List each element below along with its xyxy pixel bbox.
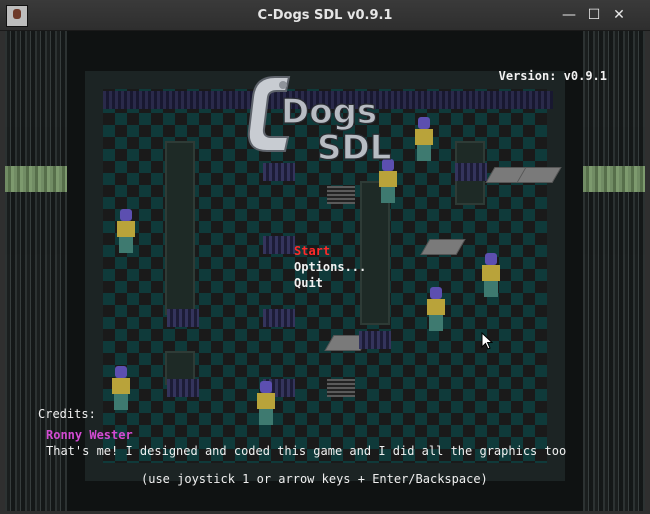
soldier-sprite xyxy=(480,253,502,297)
logo-rivet xyxy=(279,81,287,89)
mouse-cursor-icon xyxy=(481,332,493,350)
maximize-button[interactable]: ☐ xyxy=(585,6,603,24)
floor-vent xyxy=(327,379,355,397)
menu-item-start[interactable]: Start xyxy=(294,243,366,259)
window-title: C-Dogs SDL v0.9.1 xyxy=(257,7,393,23)
wall-block xyxy=(167,309,199,327)
controls-hint: (use joystick 1 or arrow keys + Enter/Ba… xyxy=(141,472,488,486)
logo-sdl-text: SDL xyxy=(317,128,391,168)
wall-block xyxy=(359,331,391,349)
wall-block xyxy=(167,379,199,397)
credits-text: That's me! I designed and coded this gam… xyxy=(46,444,567,458)
soldier-sprite xyxy=(425,287,447,331)
credits-heading: Credits: xyxy=(38,407,96,421)
close-button[interactable]: ✕ xyxy=(610,6,628,24)
wall-block xyxy=(455,163,487,181)
soldier-sprite xyxy=(115,209,137,253)
menu-item-quit[interactable]: Quit xyxy=(294,275,366,291)
pillar xyxy=(165,141,195,315)
menu-item-options[interactable]: Options... xyxy=(294,259,366,275)
right-wall xyxy=(583,31,645,511)
game-viewport[interactable]: Dogs SDL Version: v0.9.1 Start Options..… xyxy=(5,31,645,511)
floor-vent xyxy=(327,186,355,204)
app-window: C-Dogs SDL v0.9.1 — ☐ ✕ Dogs SDL Version… xyxy=(0,0,650,514)
main-menu: Start Options... Quit xyxy=(294,243,366,291)
soldier-sprite xyxy=(255,381,277,425)
wall-block xyxy=(263,236,295,254)
title-bar[interactable]: C-Dogs SDL v0.9.1 — ☐ ✕ xyxy=(0,0,650,31)
version-label: Version: v0.9.1 xyxy=(498,69,607,83)
logo-dogs-text: Dogs xyxy=(281,92,377,132)
app-icon xyxy=(6,5,28,27)
soldier-sprite xyxy=(413,117,435,161)
minimize-button[interactable]: — xyxy=(560,6,578,24)
credits-name: Ronny Wester xyxy=(46,428,133,442)
game-logo: Dogs SDL xyxy=(247,76,392,169)
wall-block xyxy=(263,309,295,327)
soldier-sprite xyxy=(110,366,132,410)
